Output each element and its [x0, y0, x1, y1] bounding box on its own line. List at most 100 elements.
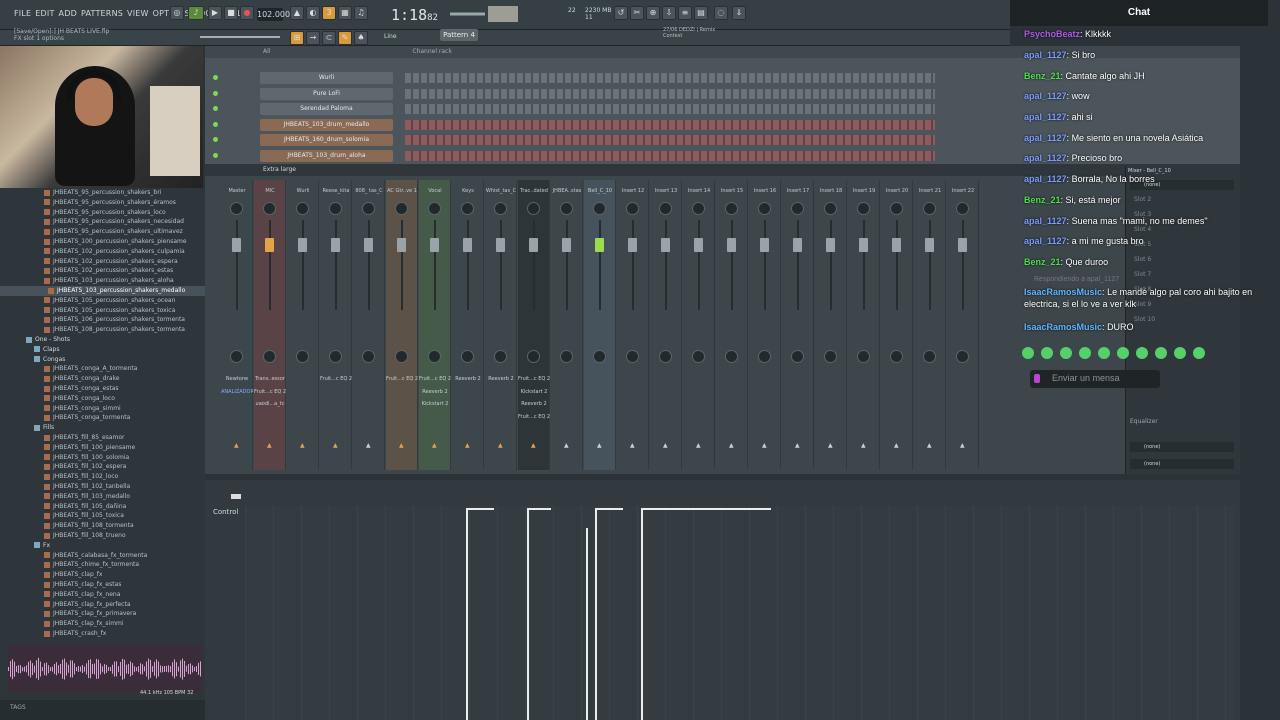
pan-knob[interactable]	[791, 202, 804, 215]
tags-bar[interactable]: TAGS	[0, 700, 205, 720]
fx-slot-label[interactable]: Fruit...c EQ 2	[518, 414, 550, 420]
snap-icon[interactable]: ⊞	[290, 31, 304, 45]
send-arrow-icon[interactable]: ▲	[498, 442, 504, 449]
volume-fader[interactable]	[826, 238, 835, 252]
mixer-track-name[interactable]: MIC	[254, 188, 286, 194]
mixer-track[interactable]: Insert 13 ▲	[650, 180, 682, 470]
volume-fader[interactable]	[892, 238, 901, 252]
browser-file[interactable]: JHBEATS_fill_100_piensame	[0, 443, 205, 453]
browser-file[interactable]: JHBEATS_clap_fx_primavera	[0, 609, 205, 619]
event-level[interactable]	[527, 508, 551, 510]
menu-item-add[interactable]: ADD	[59, 9, 77, 18]
volume-fader[interactable]	[925, 238, 934, 252]
step-sequencer-row[interactable]	[405, 88, 935, 99]
browser-file[interactable]: JHBEATS_103_percussion_shakers_medallo	[0, 286, 205, 296]
chat-username[interactable]: Benz_21	[1024, 71, 1061, 81]
event-level[interactable]	[595, 508, 623, 510]
browser-file[interactable]: JHBEATS_conga_estas	[0, 384, 205, 394]
browser-file[interactable]: JHBEATS_95_percussion_shakers_éramos	[0, 198, 205, 208]
mixer-track-name[interactable]: Insert 12	[617, 188, 649, 194]
link-icon[interactable]: ⊂	[322, 31, 336, 45]
browser-file[interactable]: JHBEATS_fill_102_tanbella	[0, 482, 205, 492]
send-arrow-icon[interactable]: ▲	[696, 442, 702, 449]
browser-file[interactable]: JHBEATS_105_percussion_shakers_ocean	[0, 296, 205, 306]
mixer-track-name[interactable]: Insert 19	[848, 188, 880, 194]
pan-knob[interactable]	[659, 202, 672, 215]
emote-icon[interactable]	[1117, 347, 1129, 359]
pan-knob[interactable]	[923, 202, 936, 215]
volume-fader[interactable]	[232, 238, 241, 252]
playlist-icon[interactable]: ≡	[678, 6, 692, 20]
volume-fader[interactable]	[958, 238, 967, 252]
mixer-track-name[interactable]: Wurli	[287, 188, 319, 194]
play-icon[interactable]: ▶	[208, 6, 222, 20]
send-arrow-icon[interactable]: ▲	[333, 442, 339, 449]
volume-fader[interactable]	[397, 238, 406, 252]
mixer-track[interactable]: JHBEA..stas ▲	[551, 180, 583, 470]
chat-username[interactable]: apal_1127	[1024, 153, 1067, 163]
fx-slot-label[interactable]: Trans..essor	[254, 376, 286, 382]
scroll-handle[interactable]	[231, 494, 241, 499]
mixer-track[interactable]: Insert 14 ▲	[683, 180, 715, 470]
stereo-knob[interactable]	[296, 350, 309, 363]
metronome-icon[interactable]: ▲	[290, 6, 304, 20]
browser-file[interactable]: JHBEATS_calabasa_fx_tormenta	[0, 551, 205, 561]
browser-file[interactable]: JHBEATS_102_percussion_shakers_espera	[0, 257, 205, 267]
mixer-track-name[interactable]: Vocal	[419, 188, 451, 194]
stereo-knob[interactable]	[362, 350, 375, 363]
browser-file[interactable]: JHBEATS_fill_102_loco	[0, 472, 205, 482]
send-arrow-icon[interactable]: ▲	[630, 442, 636, 449]
browser-file[interactable]: JHBEATS_conga_loco	[0, 394, 205, 404]
menu-circle-icon[interactable]: ◎	[170, 6, 184, 20]
mixer-track[interactable]: Master Newtone ANALIZADOR ▲	[221, 180, 253, 470]
mixer-track[interactable]: Insert 19 ▲	[848, 180, 880, 470]
pan-knob[interactable]	[494, 202, 507, 215]
browser-file[interactable]: JHBEATS_95_percussion_shakers_ultimavez	[0, 227, 205, 237]
browser-file[interactable]: JHBEATS_fill_102_espera	[0, 462, 205, 472]
channel-button[interactable]: Serendad Paloma	[260, 103, 393, 115]
send-arrow-icon[interactable]: ▲	[795, 442, 801, 449]
browser-folder[interactable]: Fills	[0, 423, 205, 433]
channel-button[interactable]: JHBEATS_103_drum_aloha	[260, 149, 393, 162]
pan-knob[interactable]	[857, 202, 870, 215]
pan-knob[interactable]	[329, 202, 342, 215]
send-arrow-icon[interactable]: ▲	[894, 442, 900, 449]
channel-button[interactable]: JHBEATS_103_drum_medallo	[260, 118, 393, 131]
emote-icon[interactable]	[1022, 347, 1034, 359]
mixer-track[interactable]: AC Gtr..ve 1 Fruit...c EQ 2 ▲	[386, 180, 418, 470]
event-line[interactable]	[466, 508, 468, 720]
fx-slot-label[interactable]: Reeverb 2	[485, 376, 517, 382]
browser-file[interactable]: JHBEATS_102_percussion_shakers_estas	[0, 266, 205, 276]
volume-fader[interactable]	[463, 238, 472, 252]
pan-knob[interactable]	[263, 202, 276, 215]
mixer-track-name[interactable]: Insert 17	[782, 188, 814, 194]
volume-fader[interactable]	[760, 238, 769, 252]
event-level[interactable]	[641, 508, 771, 510]
send-arrow-icon[interactable]: ▲	[531, 442, 537, 449]
channel-button[interactable]: Wurli	[260, 72, 393, 84]
pan-knob[interactable]	[395, 202, 408, 215]
volume-fader[interactable]	[331, 238, 340, 252]
mixer-track[interactable]: Keys Reeverb 2 ▲	[452, 180, 484, 470]
waveform-preview[interactable]	[8, 645, 202, 693]
mixer-track[interactable]: Reese_kita Fruit...c EQ 2 ▲	[320, 180, 352, 470]
chat-username[interactable]: apal_1127	[1024, 133, 1067, 143]
mixer-track-name[interactable]: Keys	[452, 188, 484, 194]
stereo-knob[interactable]	[329, 350, 342, 363]
mixer-track[interactable]: Insert 15 ▲	[716, 180, 748, 470]
volume-fader[interactable]	[595, 238, 604, 252]
browser-folder[interactable]: Congas	[0, 355, 205, 365]
render-icon[interactable]: ⇩	[662, 6, 676, 20]
volume-fader[interactable]	[265, 238, 274, 252]
channel-button[interactable]: JHBEATS_160_drum_solomia	[260, 134, 393, 146]
stereo-knob[interactable]	[857, 350, 870, 363]
pan-knob[interactable]	[362, 202, 375, 215]
mixer-track[interactable]: Insert 18 ▲	[815, 180, 847, 470]
stereo-knob[interactable]	[791, 350, 804, 363]
chat-icon[interactable]: ◌	[714, 6, 728, 20]
emote-icon[interactable]	[1193, 347, 1205, 359]
emote-icon[interactable]	[1098, 347, 1110, 359]
mixer-track[interactable]: Insert 17 ▲	[782, 180, 814, 470]
pan-knob[interactable]	[956, 202, 969, 215]
mixer-track-name[interactable]: Trac..dated	[518, 188, 550, 194]
